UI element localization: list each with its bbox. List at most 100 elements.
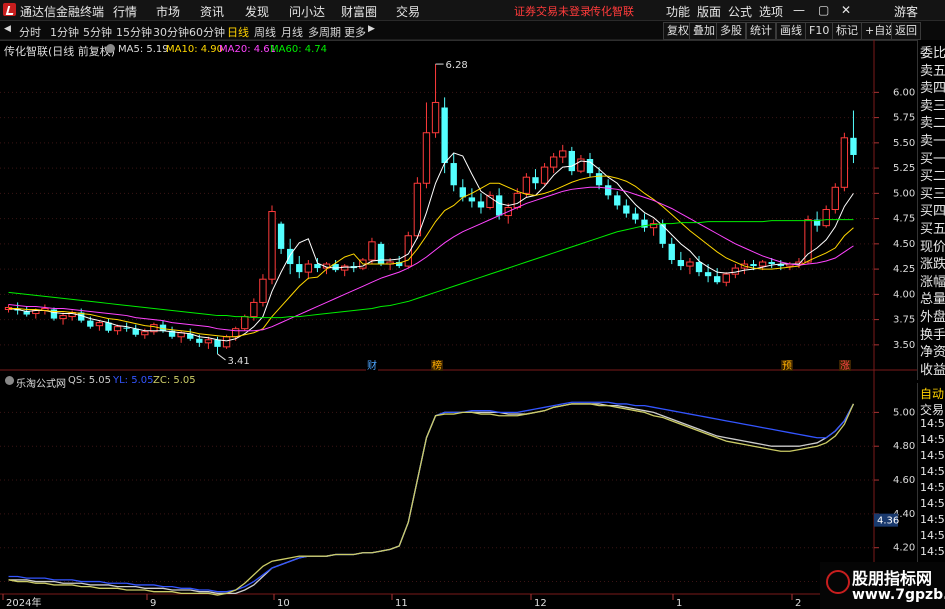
- candle-body: [477, 201, 485, 208]
- candle-body: [840, 137, 849, 188]
- candle-body: [431, 101, 440, 134]
- candle-body: [314, 264, 321, 269]
- quote-field-17: 净资: [920, 345, 945, 361]
- candle-body: [614, 195, 621, 206]
- quote-field-2: 卖四: [920, 81, 945, 97]
- candle-body: [750, 264, 757, 267]
- candle-body: [196, 338, 203, 343]
- quote-field-6: 买一: [920, 151, 945, 167]
- quote-field-4: 卖二: [920, 116, 945, 132]
- candle-body: [159, 324, 167, 331]
- candle-body: [304, 263, 313, 273]
- trade-time-8: 14:56: [920, 513, 945, 526]
- candle-body: [450, 163, 457, 186]
- watermark: 股朋指标网 www.7gpzb.com: [820, 562, 945, 609]
- main-ytick-label: 4.00: [893, 289, 915, 300]
- candle-body: [722, 273, 730, 283]
- candle-body: [468, 197, 476, 202]
- candle-body: [296, 264, 303, 273]
- trade-time-10: 14:56: [920, 545, 945, 558]
- trade-time-3: 14:56: [920, 433, 945, 446]
- chart-canvas[interactable]: 6.28 3.41 财 榜 预 涨 3.50 3.75 4.00 4.25 4.50 4.75 5.0…: [0, 0, 945, 609]
- candle-body: [59, 315, 67, 320]
- main-ytick-label: 6.00: [893, 87, 915, 98]
- quote-field-0: 委比: [920, 46, 945, 61]
- xtick-label: 1: [676, 598, 682, 609]
- candle-body: [695, 262, 703, 273]
- quote-panel: 委比 卖五 卖四 卖三 卖二 卖一 买一 买二 买三 买四 买五 现价 涨跌 涨幅 总量 外盘 换手 净资 收益: [917, 40, 945, 380]
- candle-body: [214, 339, 221, 347]
- candle-body: [659, 223, 666, 244]
- candle-body: [540, 166, 549, 184]
- xtick-label: 2024年: [6, 596, 41, 609]
- candle-body: [277, 223, 285, 249]
- candle-body: [586, 159, 594, 174]
- candle-body: [758, 261, 767, 267]
- trade-tab-1[interactable]: 交易: [920, 401, 944, 418]
- low-marker-line: [217, 353, 226, 361]
- main-ytick-label: 5.00: [893, 188, 915, 199]
- main-ytick-label: 5.75: [893, 113, 915, 124]
- ind-ytick-label: 4.20: [893, 543, 915, 554]
- quote-field-9: 买四: [920, 204, 945, 220]
- ind-ytick-label: 4.80: [893, 441, 915, 452]
- candle-body: [87, 320, 94, 327]
- candle-body: [632, 213, 639, 220]
- candle-body: [714, 276, 721, 283]
- xtick-label: 2: [795, 598, 801, 609]
- xtick-label: 10: [277, 598, 290, 609]
- candle-body: [850, 137, 857, 155]
- quote-field-18: 收益: [920, 362, 945, 378]
- main-ytick-label: 4.75: [893, 214, 915, 225]
- candle-body: [123, 327, 130, 329]
- trade-tab-0[interactable]: 自动: [920, 385, 944, 402]
- candle-body: [231, 328, 240, 338]
- candle-body: [704, 272, 712, 277]
- trade-time-7: 14:56: [920, 497, 945, 510]
- candle-body: [441, 107, 448, 164]
- candle-body: [522, 176, 531, 194]
- candle-body: [368, 241, 376, 261]
- candle-body: [422, 132, 431, 184]
- quote-field-10: 买五: [920, 222, 945, 237]
- ind-line-yl: [8, 401, 855, 593]
- quote-field-5: 卖一: [920, 134, 945, 149]
- main-ytick-label: 4.25: [893, 264, 915, 275]
- quote-field-1: 卖五: [920, 63, 945, 79]
- candle-body: [532, 177, 539, 184]
- candle-body: [268, 211, 276, 280]
- candle-body: [668, 243, 675, 261]
- trade-time-5: 14:56: [920, 465, 945, 478]
- event-marker-0: 财: [367, 359, 377, 372]
- ma-line-ma60: [8, 219, 854, 319]
- quote-field-15: 外盘: [920, 310, 945, 325]
- quote-field-8: 买三: [920, 186, 945, 202]
- main-ytick-label: 5.25: [893, 163, 915, 174]
- candle-body: [222, 336, 231, 348]
- main-ytick-label: 4.50: [893, 239, 915, 250]
- candle-body: [549, 156, 558, 168]
- candle-body: [250, 301, 258, 318]
- candle-body: [768, 262, 775, 265]
- quote-field-16: 换手: [920, 327, 945, 343]
- candle-body: [831, 186, 839, 211]
- candle-body: [377, 243, 385, 265]
- candle-body: [731, 267, 740, 275]
- event-marker-2: 预: [782, 360, 792, 372]
- candle-body: [204, 339, 213, 344]
- candle-body: [513, 192, 521, 208]
- candle-body: [804, 219, 812, 263]
- candle-body: [822, 209, 830, 227]
- main-ytick-label: 3.50: [893, 340, 915, 351]
- trade-panel: 自动交易14:5614:5614:5614:5614:5614:5614:561…: [917, 383, 945, 562]
- ind-ytick-label: 5.00: [893, 407, 915, 418]
- trade-time-4: 14:56: [920, 449, 945, 462]
- quote-field-13: 涨幅: [920, 274, 945, 290]
- candle-body: [595, 173, 603, 186]
- candle-body: [259, 278, 267, 303]
- quote-field-14: 总量: [920, 292, 945, 308]
- xtick-label: 11: [395, 598, 408, 609]
- ma-line-ma10: [8, 175, 854, 338]
- low-marker-label: 3.41: [228, 356, 250, 367]
- ind-line-zc: [8, 403, 855, 596]
